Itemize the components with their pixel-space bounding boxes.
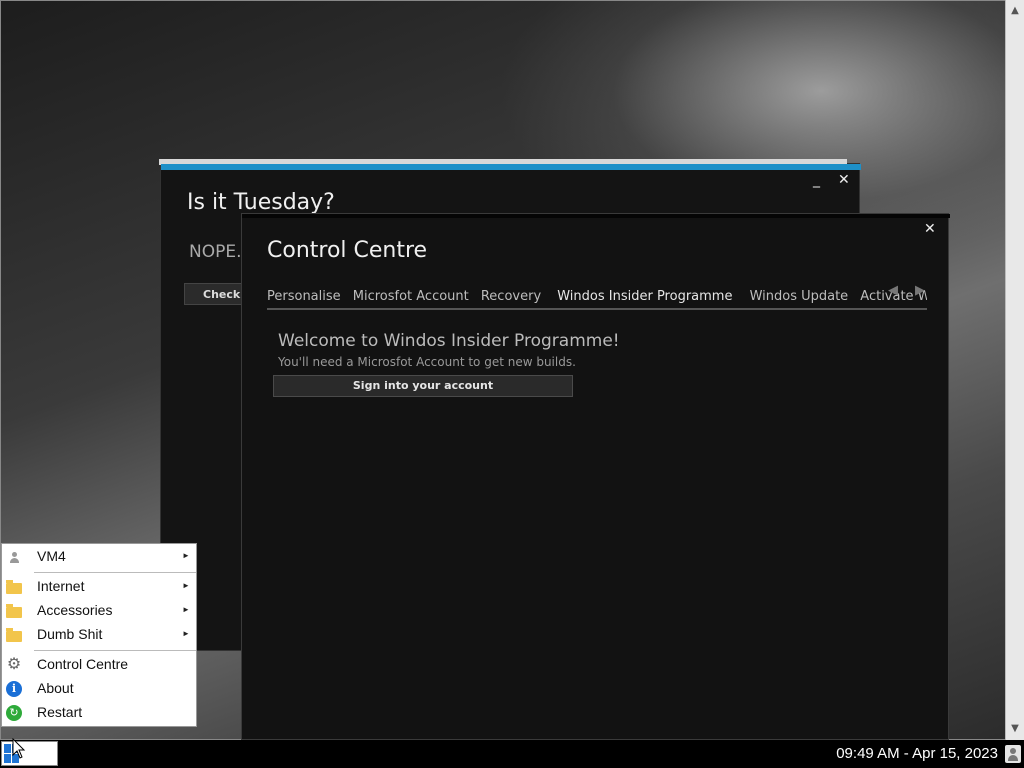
menu-item-about[interactable]: i About <box>2 678 196 700</box>
vertical-scrollbar[interactable]: ▲ ▼ <box>1005 0 1024 740</box>
menu-item-control-centre[interactable]: ⚙ Control Centre <box>2 654 196 676</box>
gear-icon: ⚙ <box>6 656 22 673</box>
restart-icon: ↻ <box>6 705 22 721</box>
menu-separator <box>34 650 196 651</box>
start-menu: VM4 ► Internet ► Accessories ► Dumb Shit… <box>1 543 197 727</box>
folder-icon <box>6 628 22 642</box>
minimize-button[interactable]: _ <box>813 172 820 188</box>
submenu-arrow-icon: ► <box>182 551 190 560</box>
close-button[interactable]: ✕ <box>838 172 850 188</box>
insider-heading: Welcome to Windos Insider Programme! <box>278 331 620 351</box>
submenu-arrow-icon: ► <box>182 629 190 638</box>
sign-in-button[interactable]: Sign into your account <box>273 375 573 397</box>
menu-item-label: Dumb Shit <box>37 626 103 642</box>
submenu-arrow-icon: ► <box>182 581 190 590</box>
menu-item-label: VM4 <box>37 548 66 564</box>
tab-underline <box>267 308 927 310</box>
window-accent-bar[interactable] <box>161 164 861 170</box>
menu-item-vm4[interactable]: VM4 ► <box>2 546 196 568</box>
menu-item-accessories[interactable]: Accessories ► <box>2 600 196 622</box>
insider-subtext: You'll need a Microsfot Account to get n… <box>278 355 576 369</box>
info-icon: i <box>6 681 22 697</box>
menu-separator <box>34 572 196 573</box>
menu-item-label: Restart <box>37 704 83 720</box>
tuesday-answer: NOPE. <box>189 242 242 262</box>
scroll-down-arrow[interactable]: ▼ <box>1006 720 1024 738</box>
menu-item-label: About <box>37 680 74 696</box>
start-button[interactable] <box>1 741 58 766</box>
control-centre-window: ✕ Control Centre Personalise Microsfot A… <box>241 213 950 740</box>
taskbar: 09:49 AM - Apr 15, 2023 <box>0 740 1024 768</box>
window-title: Control Centre <box>267 238 428 263</box>
scroll-up-arrow[interactable]: ▲ <box>1006 2 1024 20</box>
tab-scroll-left-icon[interactable]: ◀ <box>888 283 898 298</box>
menu-item-internet[interactable]: Internet ► <box>2 576 196 598</box>
submenu-arrow-icon: ► <box>182 605 190 614</box>
tray-user-icon[interactable] <box>1005 745 1021 763</box>
menu-item-dumb-shit[interactable]: Dumb Shit ► <box>2 624 196 646</box>
folder-icon <box>6 604 22 618</box>
window-top-border <box>242 214 950 218</box>
menu-item-label: Accessories <box>37 602 113 618</box>
mouse-cursor-icon <box>12 738 26 759</box>
menu-item-label: Control Centre <box>37 656 129 672</box>
taskbar-clock: 09:49 AM - Apr 15, 2023 <box>836 745 998 762</box>
folder-icon <box>6 580 22 594</box>
user-icon <box>6 549 22 565</box>
tab-scroll-right-icon[interactable]: ▶ <box>915 283 925 298</box>
menu-item-restart[interactable]: ↻ Restart <box>2 702 196 724</box>
close-button[interactable]: ✕ <box>924 221 936 237</box>
menu-item-label: Internet <box>37 578 85 594</box>
window-title: Is it Tuesday? <box>187 190 335 215</box>
